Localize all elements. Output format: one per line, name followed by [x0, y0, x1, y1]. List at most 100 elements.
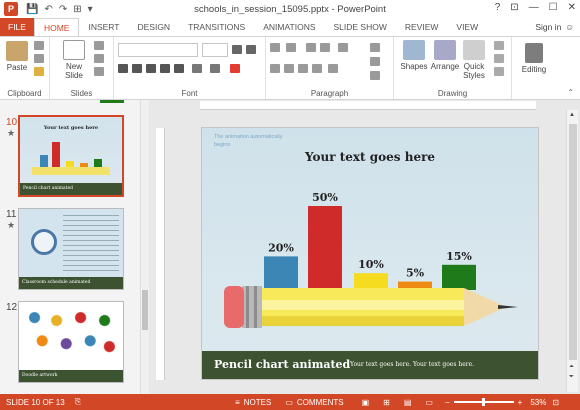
line-spacing-icon[interactable] — [338, 43, 348, 52]
editing-button[interactable]: Editing — [516, 43, 552, 74]
tab-design[interactable]: DESIGN — [128, 18, 179, 36]
binoculars-icon — [525, 43, 543, 63]
bullets-icon[interactable] — [270, 43, 280, 52]
help-button[interactable]: ? — [495, 2, 501, 13]
current-slide[interactable]: The animation automatically begins Your … — [201, 127, 539, 380]
footer-title: Pencil chart animated — [214, 358, 351, 371]
thumbnail-scroll-thumb[interactable] — [142, 290, 148, 330]
increase-indent-icon[interactable] — [320, 43, 330, 52]
notes-icon[interactable]: ≡ — [235, 398, 240, 407]
align-center-icon[interactable] — [284, 64, 294, 73]
layout-icon[interactable] — [94, 41, 104, 50]
smiley-icon[interactable]: ☺ — [565, 18, 574, 36]
zoom-in-icon[interactable]: + — [518, 398, 523, 407]
cut-icon[interactable] — [34, 41, 44, 50]
shrink-font-icon[interactable] — [246, 45, 256, 54]
shapes-button[interactable]: Shapes — [398, 40, 430, 71]
paste-icon — [6, 41, 28, 61]
underline-icon[interactable] — [146, 64, 156, 73]
doodle-icons — [23, 306, 119, 364]
next-slide-icon[interactable]: ⏷ — [569, 374, 574, 381]
shape-effects-icon[interactable] — [494, 67, 504, 76]
italic-icon[interactable] — [132, 64, 142, 73]
align-left-icon[interactable] — [270, 64, 280, 73]
align-text-icon[interactable] — [370, 57, 380, 66]
tab-slide-show[interactable]: SLIDE SHOW — [325, 18, 396, 36]
start-slideshow-icon[interactable]: ⊞ — [73, 4, 81, 15]
scroll-up-icon[interactable]: ▲ — [569, 112, 575, 118]
grow-font-icon[interactable] — [232, 45, 242, 54]
horizontal-ruler — [200, 101, 536, 110]
reset-icon[interactable] — [94, 54, 104, 63]
powerpoint-logo-icon: P — [4, 2, 18, 16]
tab-home[interactable]: HOME — [33, 18, 80, 36]
font-color-icon[interactable] — [230, 64, 240, 73]
redo-icon[interactable]: ↷ — [59, 4, 67, 15]
font-size-field[interactable] — [202, 43, 228, 57]
pencil-bar-chart: 20% 50% 10% 5% 15% — [224, 191, 518, 328]
arrange-button[interactable]: Arrange — [428, 40, 462, 71]
new-slide-button[interactable]: New Slide — [60, 40, 88, 80]
notes-button[interactable]: NOTES — [244, 398, 272, 407]
comments-icon[interactable]: ▭ — [285, 398, 293, 407]
format-painter-icon[interactable] — [34, 67, 44, 76]
minimize-button[interactable]: — — [529, 2, 539, 13]
collapse-ribbon-icon[interactable]: ⌃ — [567, 88, 574, 97]
comments-button[interactable]: COMMENTS — [297, 398, 344, 407]
thumb-slide-11[interactable]: Classroom schedule animated — [18, 208, 124, 290]
maximize-button[interactable]: ☐ — [549, 2, 558, 13]
tab-view[interactable]: VIEW — [447, 18, 487, 36]
paste-button[interactable]: Paste — [4, 41, 30, 72]
columns-icon[interactable] — [328, 64, 338, 73]
bold-icon[interactable] — [118, 64, 128, 73]
slides-group: New Slide Slides — [50, 37, 114, 99]
scroll-thumb[interactable] — [569, 124, 577, 360]
numbering-icon[interactable] — [286, 43, 296, 52]
shape-fill-icon[interactable] — [494, 41, 504, 50]
reading-view-icon[interactable]: ▤ — [404, 398, 412, 407]
thumbnail-scrollbar[interactable] — [140, 100, 149, 394]
tab-animations[interactable]: ANIMATIONS — [254, 18, 324, 36]
sign-in-link[interactable]: Sign in — [535, 18, 561, 36]
slideshow-icon[interactable]: ▭ — [425, 398, 433, 407]
smartart-icon[interactable] — [370, 71, 380, 80]
vertical-scrollbar[interactable]: ▲ ⏶ ⏷ — [566, 110, 578, 392]
copy-icon[interactable] — [34, 54, 44, 63]
save-icon[interactable]: 💾 — [26, 4, 38, 15]
change-case-icon[interactable] — [210, 64, 220, 73]
shape-outline-icon[interactable] — [494, 54, 504, 63]
slide-footer: Pencil chart animated Your text goes her… — [202, 351, 538, 379]
thumb-slide-12[interactable]: Doodle artwork — [18, 301, 124, 383]
customize-qat-icon[interactable]: ▾ — [88, 4, 93, 15]
section-icon[interactable] — [94, 67, 104, 76]
thumb-number-11: 11 — [6, 209, 17, 220]
prev-slide-icon[interactable]: ⏶ — [569, 364, 574, 371]
char-spacing-icon[interactable] — [192, 64, 202, 73]
zoom-slider[interactable] — [453, 398, 514, 406]
slide-sorter-icon[interactable]: ⊞ — [383, 398, 390, 407]
shadow-icon[interactable] — [160, 64, 170, 73]
text-direction-icon[interactable] — [370, 43, 380, 52]
tab-insert[interactable]: INSERT — [79, 18, 128, 36]
tab-review[interactable]: REVIEW — [396, 18, 448, 36]
strikethrough-icon[interactable] — [174, 64, 184, 73]
normal-view-icon[interactable]: ▣ — [362, 398, 370, 407]
quick-styles-button[interactable]: Quick Styles — [460, 40, 488, 80]
shapes-icon — [403, 40, 425, 60]
thumb-number-12: 12 — [6, 302, 18, 313]
justify-icon[interactable] — [312, 64, 322, 73]
fit-slide-icon[interactable]: ⊡ — [552, 398, 559, 407]
ribbon-home: Paste Clipboard New Slide Slides Font Pa… — [0, 36, 580, 100]
tab-file[interactable]: FILE — [0, 18, 34, 36]
zoom-out-icon[interactable]: − — [445, 398, 450, 407]
tab-transitions[interactable]: TRANSITIONS — [179, 18, 254, 36]
zoom-level[interactable]: 53% — [530, 398, 546, 407]
thumb-slide-10[interactable]: Your text goes here Pencil chart animate… — [18, 115, 124, 197]
proofing-icon[interactable]: ⎘ — [75, 397, 81, 407]
undo-icon[interactable]: ↶ — [44, 4, 52, 15]
font-name-field[interactable] — [118, 43, 198, 57]
align-right-icon[interactable] — [298, 64, 308, 73]
close-button[interactable]: ✕ — [568, 2, 576, 13]
ribbon-display-button[interactable]: ⊡ — [510, 2, 518, 13]
decrease-indent-icon[interactable] — [306, 43, 316, 52]
